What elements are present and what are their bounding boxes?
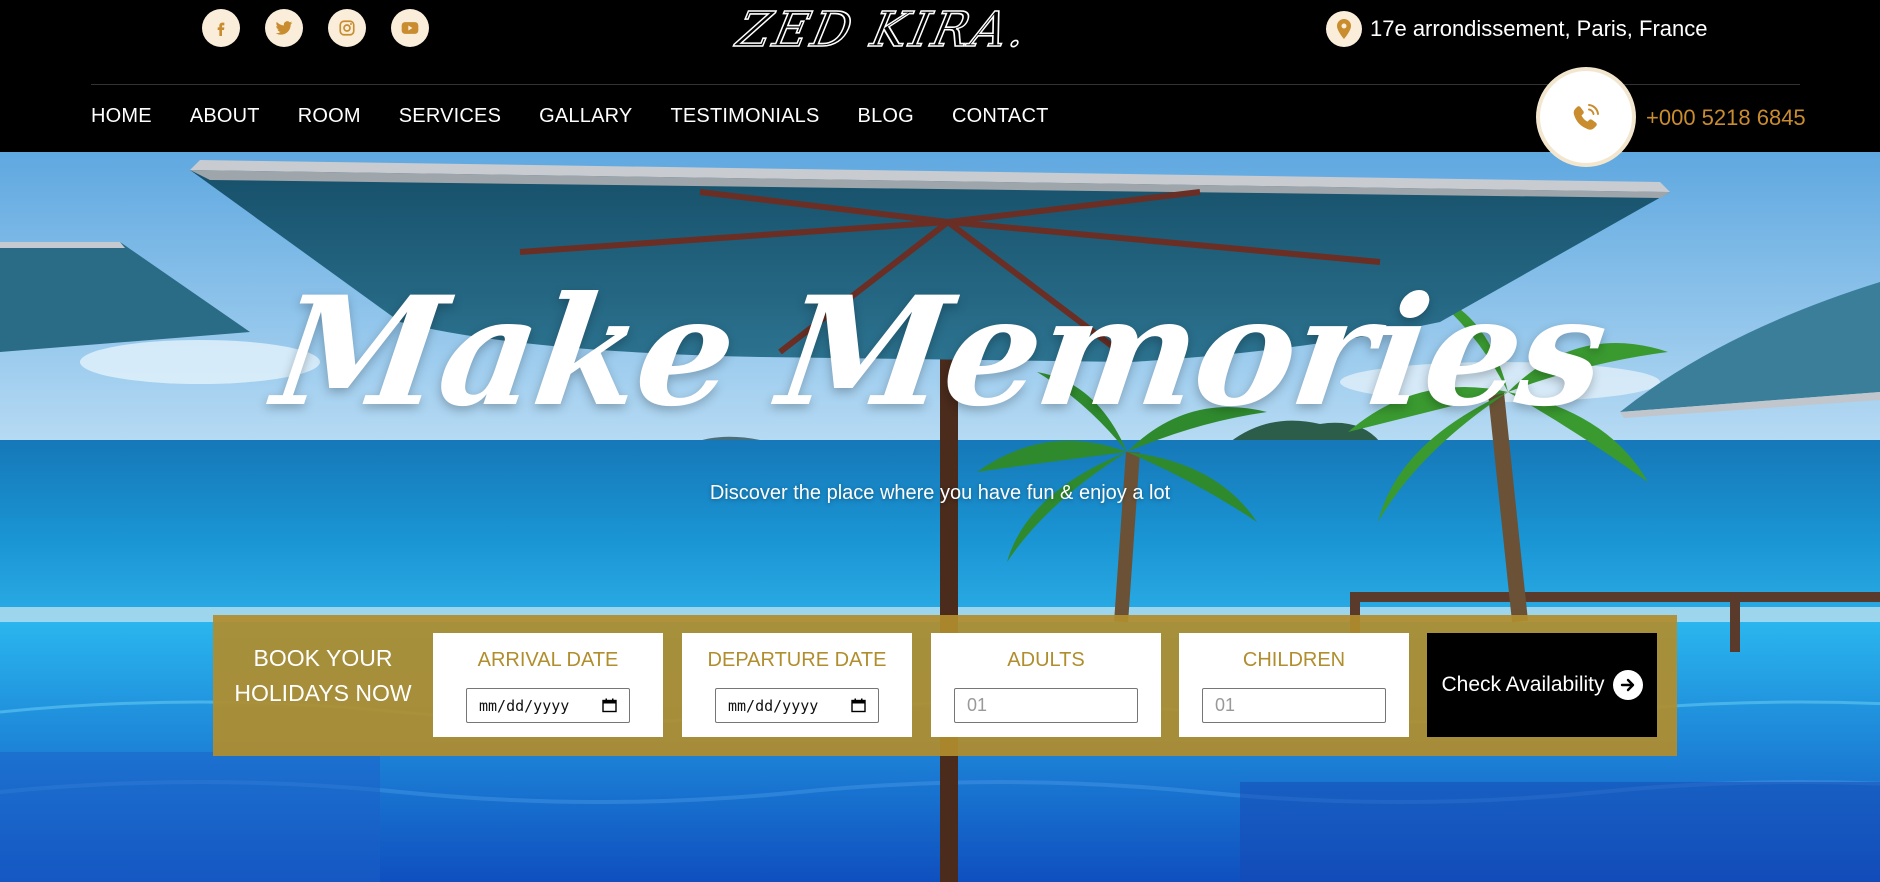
header-divider xyxy=(91,84,1800,85)
arrival-date-field: ARRIVAL DATE mm/dd/yyyy xyxy=(433,633,663,737)
arrow-right-icon xyxy=(1612,670,1643,700)
nav-home[interactable]: HOME xyxy=(91,105,152,128)
adults-input[interactable]: 01 xyxy=(954,688,1138,723)
youtube-icon xyxy=(401,22,419,34)
departure-date-input[interactable]: mm/dd/yyyy xyxy=(715,688,879,723)
location-pin-badge xyxy=(1326,11,1362,47)
arrival-date-placeholder: mm/dd/yyyy xyxy=(479,696,570,715)
twitter-icon xyxy=(275,21,293,35)
youtube-link[interactable] xyxy=(391,9,429,47)
instagram-icon xyxy=(339,20,355,36)
nav-contact[interactable]: CONTACT xyxy=(952,105,1049,128)
nav-testimonials[interactable]: TESTIMONIALS xyxy=(670,105,819,128)
departure-date-label: DEPARTURE DATE xyxy=(707,649,887,671)
departure-date-placeholder: mm/dd/yyyy xyxy=(728,696,819,715)
hero-subline: Discover the place where you have fun & … xyxy=(709,482,1171,504)
departure-date-field: DEPARTURE DATE mm/dd/yyyy xyxy=(682,633,912,737)
nav-services[interactable]: SERVICES xyxy=(399,105,501,128)
location-pin-icon xyxy=(1337,19,1351,39)
facebook-link[interactable] xyxy=(202,9,240,47)
nav-gallary[interactable]: GALLARY xyxy=(539,105,632,128)
children-field: CHILDREN 01 xyxy=(1179,633,1409,737)
site-header: ZED KIRA. 17e arrondissement, Paris, Fra… xyxy=(0,0,1880,167)
nav-blog[interactable]: BLOG xyxy=(858,105,914,128)
adults-label: ADULTS xyxy=(1007,649,1085,671)
children-input[interactable]: 01 xyxy=(1202,688,1386,723)
check-availability-button[interactable]: Check Availability xyxy=(1427,633,1657,737)
adults-field: ADULTS 01 xyxy=(931,633,1161,737)
phone-badge[interactable] xyxy=(1536,67,1636,167)
arrival-date-input[interactable]: mm/dd/yyyy xyxy=(466,688,630,723)
site-logo[interactable]: ZED KIRA. xyxy=(731,0,1035,60)
nav-about[interactable]: ABOUT xyxy=(190,105,260,128)
social-links xyxy=(202,9,429,47)
facebook-icon xyxy=(217,22,225,36)
hero-background-image xyxy=(0,152,1880,882)
twitter-link[interactable] xyxy=(265,9,303,47)
logo-text: ZED KIRA. xyxy=(731,1,1035,59)
hero-headline: Make Memories xyxy=(265,264,1615,440)
nav-room[interactable]: ROOM xyxy=(298,105,361,128)
phone-number[interactable]: +000 5218 6845 xyxy=(1646,105,1806,131)
phone-ringing-icon xyxy=(1573,104,1599,130)
booking-title: BOOK YOUR HOLIDAYS NOW xyxy=(234,645,412,706)
calendar-icon[interactable] xyxy=(851,698,866,713)
booking-bar: BOOK YOUR HOLIDAYS NOW ARRIVAL DATE mm/dd… xyxy=(213,615,1677,756)
calendar-icon[interactable] xyxy=(602,698,617,713)
arrival-date-label: ARRIVAL DATE xyxy=(477,649,619,671)
hero-banner: Make Memories Discover the place where y… xyxy=(0,152,1880,882)
address-text: 17e arrondissement, Paris, France xyxy=(1370,16,1708,41)
children-label: CHILDREN xyxy=(1242,649,1346,671)
main-nav: HOME ABOUT ROOM SERVICES GALLARY TESTIMO… xyxy=(91,105,1049,128)
check-availability-label: Check Availability xyxy=(1441,673,1605,696)
address: 17e arrondissement, Paris, France xyxy=(1326,11,1708,47)
instagram-link[interactable] xyxy=(328,9,366,47)
